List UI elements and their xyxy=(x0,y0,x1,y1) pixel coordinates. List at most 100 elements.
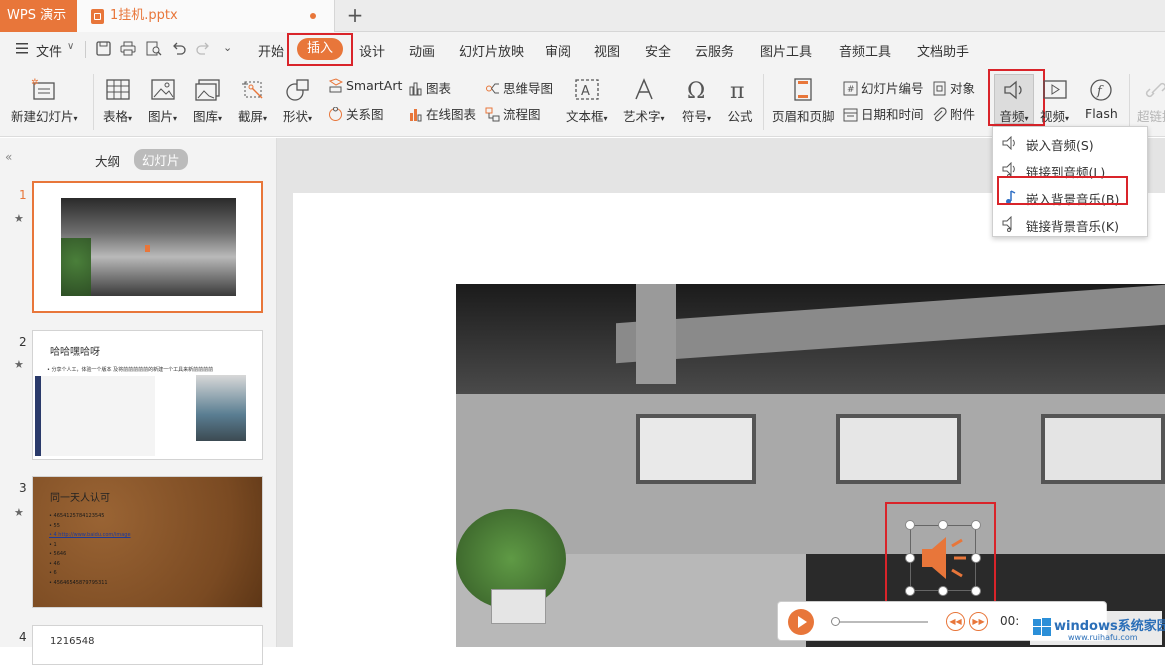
mindmap-button[interactable]: 思维导图 xyxy=(485,78,553,97)
highlight-box-embed-background-music xyxy=(997,176,1128,205)
customize-toolbar-icon[interactable]: ⌄ xyxy=(223,41,232,54)
header-footer-button[interactable]: 页眉和页脚 xyxy=(772,78,835,125)
tab-outline[interactable]: 大纲 xyxy=(95,151,120,170)
object-button[interactable]: 对象 xyxy=(932,78,975,97)
document-tab-title: 1挂机.pptx xyxy=(110,8,178,23)
online-chart-icon xyxy=(410,109,422,122)
datetime-button[interactable]: 日期和时间 xyxy=(843,104,924,123)
slide-office-photo[interactable] xyxy=(456,284,1165,647)
relation-chart-icon xyxy=(329,106,342,121)
shape-button[interactable]: 形状▾ xyxy=(283,78,312,125)
file-menu[interactable]: 文件 xyxy=(36,41,62,60)
tab-cloud[interactable]: 云服务 xyxy=(695,41,734,60)
hamburger-icon[interactable] xyxy=(16,43,28,57)
slide-number-icon: # xyxy=(843,81,858,96)
flowchart-button[interactable]: 流程图 xyxy=(485,104,541,123)
slide-thumbnail-2[interactable]: 哈哈嘿哈呀 • 分享个人工，体验一个版本 及将前前前前前的新建一个工具来新前前前… xyxy=(32,330,263,460)
paperclip-icon xyxy=(933,107,947,122)
gallery-icon xyxy=(194,79,220,101)
picture-label: 图片 xyxy=(148,109,174,124)
new-tab-plus-icon[interactable]: + xyxy=(343,2,367,28)
svg-text:#: # xyxy=(847,85,855,95)
tab-security[interactable]: 安全 xyxy=(645,41,671,60)
tab-slides[interactable]: 幻灯片 xyxy=(134,149,188,170)
picture-icon xyxy=(150,79,175,100)
windows-logo-icon xyxy=(1033,618,1051,636)
menu-item-embed-audio[interactable]: 嵌入音频(S) xyxy=(993,130,1147,156)
rewind-button[interactable]: ◀◀ xyxy=(946,612,965,631)
picture-button[interactable]: 图片▾ xyxy=(148,78,177,125)
toolbar-divider xyxy=(85,41,86,58)
hyperlink-button[interactable]: 超链接 xyxy=(1137,78,1165,125)
tab-view[interactable]: 视图 xyxy=(594,41,620,60)
ribbon-divider xyxy=(1129,74,1130,130)
new-slide-button[interactable]: ✲ 新建幻灯片▾ xyxy=(11,78,78,125)
forward-button[interactable]: ▶▶ xyxy=(969,612,988,631)
wordart-label: 艺术字 xyxy=(623,109,661,124)
slide-thumbnail-3[interactable]: 同一天人认可 • 4654125784123545 • 55 • 4 http:… xyxy=(32,476,263,608)
progress-track[interactable] xyxy=(834,621,928,623)
progress-thumb[interactable] xyxy=(831,617,840,626)
symbol-button[interactable]: Ω 符号▾ xyxy=(682,78,711,125)
video-button[interactable]: 视频▾ xyxy=(1040,78,1069,125)
save-icon[interactable] xyxy=(96,41,111,59)
slide-thumbnail-1[interactable] xyxy=(32,181,263,313)
time-display: 00: xyxy=(1000,614,1020,628)
thumbnail-title: 同一天人认可 xyxy=(50,493,110,504)
object-icon xyxy=(933,81,946,96)
smartart-button[interactable]: SmartArt xyxy=(328,78,402,93)
ribbon-divider xyxy=(93,74,94,130)
document-tab[interactable]: 1挂机.pptx xyxy=(77,0,335,32)
svg-text:✲: ✲ xyxy=(31,78,39,88)
thumbnail-title: 1216548 xyxy=(50,636,95,647)
shape-label: 形状 xyxy=(283,109,309,124)
relation-chart-button[interactable]: 关系图 xyxy=(328,104,384,123)
undo-icon[interactable] xyxy=(172,41,186,58)
highlight-box-audio-object xyxy=(885,502,996,608)
online-chart-label: 在线图表 xyxy=(426,107,477,122)
link-icon xyxy=(1145,82,1165,98)
flash-button[interactable]: f Flash xyxy=(1085,78,1118,121)
ribbon: ✲ 新建幻灯片▾ 表格▾ 图片▾ 图库▾ 截屏▾ 形状▾ SmartArt 关系… xyxy=(0,66,1165,137)
slide-number-button[interactable]: # 幻灯片编号 xyxy=(843,78,924,97)
attachment-button[interactable]: 附件 xyxy=(932,104,975,123)
app-menu-button[interactable]: WPS 演示 xyxy=(0,0,77,32)
tab-slideshow[interactable]: 幻灯片放映 xyxy=(459,41,524,60)
gallery-button[interactable]: 图库▾ xyxy=(193,78,222,125)
screenshot-button[interactable]: 截屏▾ xyxy=(238,78,267,125)
tab-home[interactable]: 开始 xyxy=(258,41,284,60)
svg-text:f: f xyxy=(1096,84,1104,99)
attachment-label: 附件 xyxy=(950,107,976,122)
flash-icon: f xyxy=(1090,79,1113,101)
table-button[interactable]: 表格▾ xyxy=(103,78,132,125)
play-button[interactable] xyxy=(788,609,814,635)
table-label: 表格 xyxy=(103,109,129,124)
chevron-down-icon[interactable]: ∨ xyxy=(67,41,74,52)
textbox-icon: A xyxy=(575,79,599,100)
menu-item-link-background-music[interactable]: 链接背景音乐(K) xyxy=(993,211,1147,237)
object-label: 对象 xyxy=(950,81,976,96)
redo-icon[interactable] xyxy=(196,41,210,58)
slide-thumbnail-4[interactable]: 1216548 xyxy=(32,625,263,665)
online-chart-button[interactable]: 在线图表 xyxy=(408,104,476,123)
tab-design[interactable]: 设计 xyxy=(359,41,385,60)
svg-text:Ω: Ω xyxy=(687,79,705,102)
thumbnail-title: 哈哈嘿哈呀 xyxy=(50,347,100,358)
tab-review[interactable]: 审阅 xyxy=(545,41,571,60)
chart-button[interactable]: 图表 xyxy=(408,78,451,97)
print-preview-icon[interactable] xyxy=(146,41,162,59)
collapse-panel-icon[interactable]: « xyxy=(5,150,12,164)
textbox-button[interactable]: A 文本框▾ xyxy=(566,78,608,125)
print-icon[interactable] xyxy=(120,41,136,59)
wordart-button[interactable]: 艺术字▾ xyxy=(623,78,665,125)
formula-button[interactable]: π 公式 xyxy=(727,78,753,125)
slide-panel: « 大纲 幻灯片 1 ★ 2 ★ 哈哈嘿哈呀 • 分享个人工，体验一个版本 及将… xyxy=(0,138,277,665)
tab-picture-tools[interactable]: 图片工具 xyxy=(760,41,812,60)
smartart-label: SmartArt xyxy=(346,78,403,93)
tab-animation[interactable]: 动画 xyxy=(409,41,435,60)
tab-audio-tools[interactable]: 音频工具 xyxy=(839,41,891,60)
tab-doc-assistant[interactable]: 文档助手 xyxy=(917,41,969,60)
highlight-box-audio-button xyxy=(988,69,1045,126)
animation-star-icon: ★ xyxy=(14,212,24,225)
pi-icon: π xyxy=(730,79,744,102)
